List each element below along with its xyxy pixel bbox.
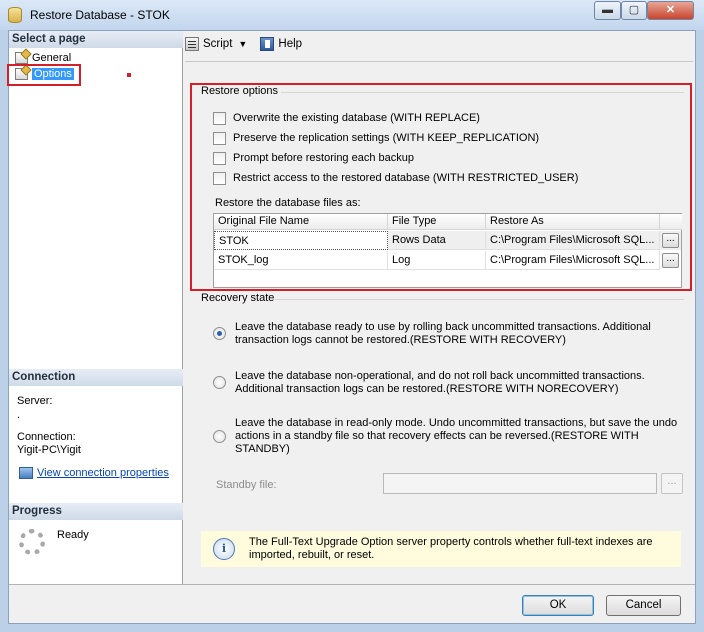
bottom-divider xyxy=(9,584,695,585)
script-label: Script xyxy=(203,38,233,50)
help-button[interactable]: Help xyxy=(260,37,302,51)
with-replace-checkbox[interactable]: Overwrite the existing database (WITH RE… xyxy=(213,110,480,126)
script-icon xyxy=(185,37,199,51)
connection-header: Connection xyxy=(9,369,183,386)
view-connection-properties[interactable]: View connection properties xyxy=(19,467,169,480)
column-header-restore-as[interactable]: Restore As xyxy=(486,214,660,230)
restore-options-header: Restore options xyxy=(201,85,279,97)
recovery-option-with-recovery[interactable]: Leave the database ready to use by rolli… xyxy=(213,321,691,347)
checkbox-box[interactable] xyxy=(213,111,226,125)
cell-restore-as[interactable]: C:\Program Files\Microsoft SQL... xyxy=(486,251,660,270)
checkbox-box[interactable] xyxy=(213,171,226,185)
cell-restore-as[interactable]: C:\Program Files\Microsoft SQL... xyxy=(486,231,660,250)
connection-label: Connection: xyxy=(17,431,76,443)
chevron-down-icon[interactable]: ▼ xyxy=(238,39,247,49)
info-bar: i The Full-Text Upgrade Option server pr… xyxy=(201,531,681,567)
checkbox-label: Prompt before restoring each backup xyxy=(233,152,414,164)
connection-value: Yigit-PC\Yigit xyxy=(17,444,81,456)
group-divider xyxy=(281,92,684,93)
recovery-option-with-norecovery[interactable]: Leave the database non-operational, and … xyxy=(213,370,691,396)
cell-original-file-name[interactable]: STOK xyxy=(214,231,388,250)
recovery-state-header: Recovery state xyxy=(201,292,275,304)
connection-properties-icon xyxy=(19,467,33,480)
progress-spinner-icon xyxy=(19,529,45,555)
view-connection-properties-link[interactable]: View connection properties xyxy=(37,467,169,479)
table-row[interactable]: STOK_log Log C:\Program Files\Microsoft … xyxy=(214,251,681,270)
highlight-box-options xyxy=(7,64,81,86)
radio-label: Leave the database in read-only mode. Un… xyxy=(235,417,678,455)
browse-button[interactable]: ... xyxy=(662,253,679,268)
browse-button[interactable]: ... xyxy=(662,233,679,248)
table-row[interactable]: STOK Rows Data C:\Program Files\Microsof… xyxy=(214,231,681,250)
standby-file-label: Standby file: xyxy=(216,479,277,491)
server-value: . xyxy=(17,409,21,421)
database-icon xyxy=(8,7,22,23)
checkbox-label: Overwrite the existing database (WITH RE… xyxy=(233,112,480,124)
help-label: Help xyxy=(278,38,303,50)
radio-label: Leave the database ready to use by rolli… xyxy=(235,321,651,346)
progress-status: Ready xyxy=(57,529,89,541)
radio-button-selected[interactable] xyxy=(213,327,226,340)
group-divider xyxy=(275,299,684,300)
info-text: The Full-Text Upgrade Option server prop… xyxy=(249,536,653,561)
checkbox-box[interactable] xyxy=(213,151,226,165)
cell-file-type: Rows Data xyxy=(388,231,486,250)
annotation-dot xyxy=(127,73,131,77)
left-panel: Select a page General Options Connection… xyxy=(7,31,183,584)
column-header-file-type[interactable]: File Type xyxy=(388,214,486,230)
server-label: Server: xyxy=(17,395,53,407)
close-button[interactable]: ✕ xyxy=(647,1,694,20)
standby-file-input[interactable] xyxy=(383,473,657,494)
column-header-original-file-name[interactable]: Original File Name xyxy=(214,214,388,230)
keep-replication-checkbox[interactable]: Preserve the replication settings (WITH … xyxy=(213,130,539,146)
title-bar[interactable]: Restore Database - STOK ▬ ▢ ✕ xyxy=(0,0,704,30)
minimize-button[interactable]: ▬ xyxy=(594,1,621,20)
standby-browse-button[interactable]: ... xyxy=(661,473,683,494)
cell-original-file-name[interactable]: STOK_log xyxy=(214,251,388,270)
script-button[interactable]: Script ▼ xyxy=(185,37,247,51)
restricted-user-checkbox[interactable]: Restrict access to the restored database… xyxy=(213,170,578,186)
help-icon xyxy=(260,37,275,51)
progress-header: Progress xyxy=(9,503,183,520)
radio-button[interactable] xyxy=(213,430,226,443)
page-item-label: General xyxy=(32,52,72,64)
ok-button[interactable]: OK xyxy=(522,595,594,616)
checkbox-label: Preserve the replication settings (WITH … xyxy=(233,132,540,144)
restore-files-grid[interactable]: Original File Name File Type Restore As … xyxy=(213,213,682,288)
dialog-client: Select a page General Options Connection… xyxy=(7,30,696,624)
radio-button[interactable] xyxy=(213,376,226,389)
cancel-button[interactable]: Cancel xyxy=(606,595,681,616)
toolbar: Script ▼ Help xyxy=(185,37,312,57)
toolbar-divider xyxy=(185,61,693,62)
select-page-header: Select a page xyxy=(9,31,183,48)
column-header-browse xyxy=(660,214,682,230)
restore-files-label: Restore the database files as: xyxy=(215,197,361,209)
checkbox-label: Restrict access to the restored database… xyxy=(233,172,579,184)
page-icon xyxy=(15,52,28,65)
info-icon: i xyxy=(213,538,235,560)
maximize-button[interactable]: ▢ xyxy=(621,1,647,20)
radio-label: Leave the database non-operational, and … xyxy=(235,370,645,395)
cell-file-type: Log xyxy=(388,251,486,270)
prompt-before-restore-checkbox[interactable]: Prompt before restoring each backup xyxy=(213,150,414,166)
window-title: Restore Database - STOK xyxy=(30,8,170,22)
recovery-option-with-standby[interactable]: Leave the database in read-only mode. Un… xyxy=(213,417,691,456)
checkbox-box[interactable] xyxy=(213,131,226,145)
